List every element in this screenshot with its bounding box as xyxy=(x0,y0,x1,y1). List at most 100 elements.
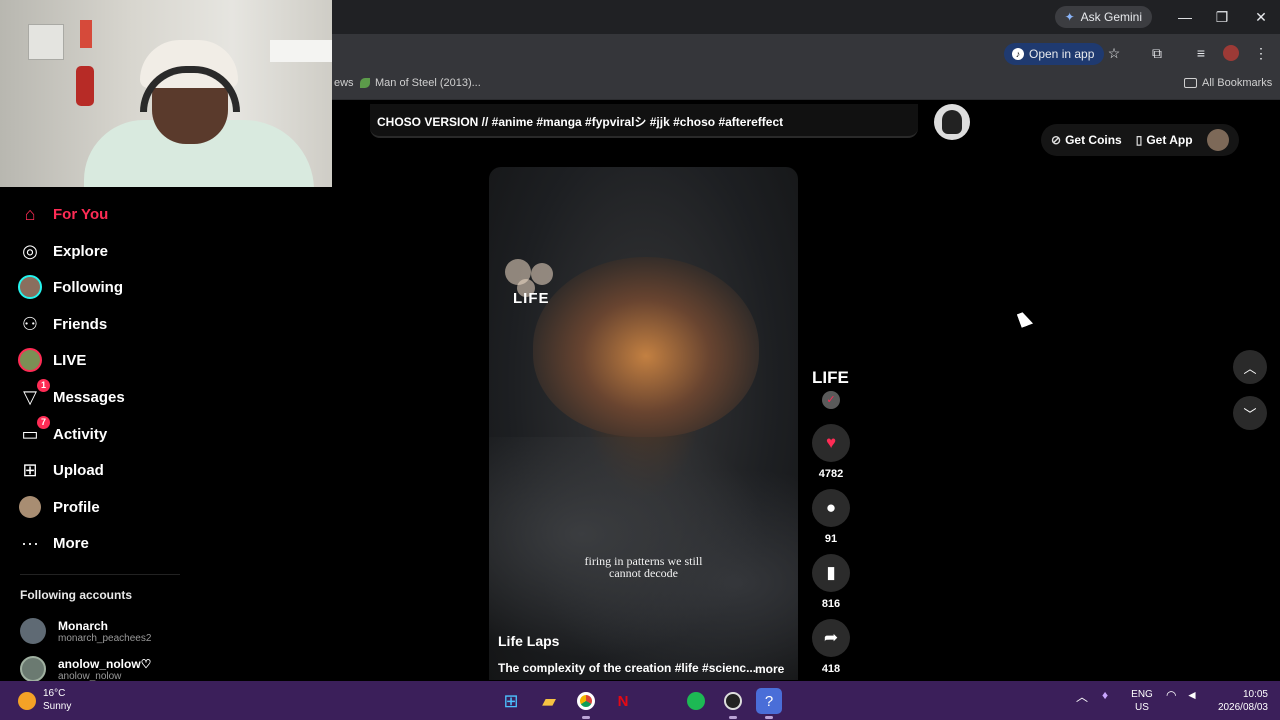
folder-icon xyxy=(1184,78,1197,88)
nav-following[interactable]: Following xyxy=(16,272,123,302)
following-accounts-title: Following accounts xyxy=(20,588,133,602)
phone-icon: ▯ xyxy=(1135,133,1143,147)
plus-square-icon: ⊞ xyxy=(22,459,38,480)
nav-upload[interactable]: ⊞ Upload xyxy=(16,455,103,485)
get-app-button[interactable]: ▯ Get App xyxy=(1136,133,1193,147)
avatar xyxy=(20,618,46,644)
nav-activity[interactable]: ▭ 7 Activity xyxy=(16,416,107,449)
open-in-app-button[interactable]: ♪ Open in app xyxy=(1004,43,1105,65)
nav-divider xyxy=(20,574,180,575)
windows-start-icon[interactable]: ⊞ xyxy=(498,688,524,714)
previous-video-button[interactable]: ︿ xyxy=(1233,350,1267,384)
video-artwork xyxy=(533,257,759,437)
screen: ✦ Ask Gemini — ❐ ✕ ♪ Open in app ☆ ⧉ ≡ ⋮… xyxy=(0,0,1280,720)
inbox-icon: ▭ 7 xyxy=(16,416,50,448)
ask-gemini-button[interactable]: ✦ Ask Gemini xyxy=(1054,6,1152,28)
send-icon: ▽ 1 xyxy=(16,379,50,411)
profile-avatar xyxy=(16,493,44,521)
tray-overflow-icon[interactable]: ︿ xyxy=(1076,688,1088,705)
live-avatar xyxy=(16,346,44,374)
video-player[interactable]: LIFE firing in patterns we still cannot … xyxy=(489,167,798,680)
minimize-icon[interactable]: — xyxy=(1166,0,1204,34)
bookmark-partial[interactable]: ews xyxy=(334,72,354,94)
video-subtitle: firing in patterns we still cannot decod… xyxy=(584,554,703,580)
account-handle: monarch_peachees2 xyxy=(58,632,152,644)
temperature: 16°C xyxy=(43,688,66,699)
open-in-app-label: Open in app xyxy=(1029,47,1095,61)
help-app-icon[interactable]: ? xyxy=(756,688,782,719)
nav-for-you[interactable]: ⌂ For You xyxy=(16,199,109,229)
creator-avatar[interactable]: LIFE xyxy=(812,368,849,388)
tiktok-icon: ♪ xyxy=(1012,48,1024,60)
comment-button[interactable]: ● xyxy=(812,489,850,527)
bookmark-star-icon[interactable]: ☆ xyxy=(1103,42,1125,64)
follow-check-icon[interactable]: ✓ xyxy=(822,391,840,409)
comment-icon: ● xyxy=(825,498,837,517)
restore-icon[interactable]: ❐ xyxy=(1203,0,1241,34)
bookmark-favicon-icon xyxy=(360,78,370,88)
friends-icon: ⚇ xyxy=(21,313,39,334)
wifi-icon[interactable]: ◠ xyxy=(1166,688,1176,702)
compass-icon: ◎ xyxy=(22,240,38,261)
save-count: 816 xyxy=(821,598,841,610)
chevron-up-icon: ︿ xyxy=(1243,360,1257,376)
gemini-icon: ✦ xyxy=(1064,10,1075,24)
account-name: anolow_nolow♡ xyxy=(58,656,152,671)
video-logo: LIFE xyxy=(513,290,550,307)
mouse-cursor xyxy=(1016,310,1034,328)
nav-messages[interactable]: ▽ 1 Messages xyxy=(16,379,125,412)
profile-icon[interactable] xyxy=(1220,42,1242,64)
previous-video-caption[interactable]: CHOSO VERSION // #anime #manga #fypviral… xyxy=(370,104,918,138)
following-account-item[interactable]: Monarch monarch_peachees2 xyxy=(20,615,151,647)
ask-gemini-label: Ask Gemini xyxy=(1080,10,1142,24)
windows-taskbar: 16°C Sunny ⊞ ▰ N ? ︿ ♦ ◠ ◄ xyxy=(0,681,1280,720)
user-avatar[interactable] xyxy=(1206,129,1229,151)
nav-live[interactable]: LIVE xyxy=(16,345,86,375)
more-button[interactable]: more xyxy=(755,662,784,676)
microphone-icon[interactable]: ♦ xyxy=(1102,688,1108,702)
file-explorer-icon[interactable]: ▰ xyxy=(536,688,562,714)
messages-badge: 1 xyxy=(37,379,50,392)
spotify-icon[interactable] xyxy=(683,688,709,714)
get-coins-button[interactable]: ⊘ Get Coins xyxy=(1051,133,1122,147)
menu-icon[interactable]: ⋮ xyxy=(1250,42,1272,64)
comment-count: 91 xyxy=(824,533,838,545)
netflix-icon[interactable]: N xyxy=(610,688,636,714)
previous-video-avatar[interactable] xyxy=(934,104,970,140)
reading-list-icon[interactable]: ≡ xyxy=(1190,42,1212,64)
sun-icon[interactable] xyxy=(18,692,36,710)
account-name: Monarch xyxy=(58,618,109,633)
nav-profile[interactable]: Profile xyxy=(16,492,100,522)
ellipsis-icon: ··· xyxy=(21,532,39,553)
all-bookmarks[interactable]: All Bookmarks xyxy=(1184,72,1272,94)
like-count: 4782 xyxy=(818,468,844,480)
home-icon: ⌂ xyxy=(24,203,36,224)
top-actions-bar: ⊘ Get Coins ▯ Get App xyxy=(1041,124,1239,156)
like-button[interactable]: ♥ xyxy=(812,424,850,462)
avatar xyxy=(20,656,46,682)
extensions-icon[interactable]: ⧉ xyxy=(1146,42,1168,64)
next-video-button[interactable]: ﹀ xyxy=(1233,396,1267,430)
weather-condition: Sunny xyxy=(43,701,72,712)
video-author[interactable]: Life Laps xyxy=(498,633,559,649)
share-icon: ➦ xyxy=(823,628,839,647)
account-handle: anolow_nolow xyxy=(58,670,122,682)
video-description: The complexity of the creation #life #sc… xyxy=(498,661,757,675)
webcam-overlay xyxy=(0,0,332,187)
chevron-down-icon: ﹀ xyxy=(1243,406,1257,422)
volume-icon[interactable]: ◄ xyxy=(1186,688,1198,702)
chrome-icon[interactable] xyxy=(573,688,599,719)
following-avatar xyxy=(16,273,44,301)
system-clock[interactable]: 10:05 2026/08/03 xyxy=(1212,688,1268,714)
bookmark-man-of-steel[interactable]: Man of Steel (2013)... xyxy=(360,72,481,94)
nav-friends[interactable]: ⚇ Friends xyxy=(16,309,107,339)
activity-badge: 7 xyxy=(37,416,50,429)
nav-more[interactable]: ··· More xyxy=(16,528,89,558)
save-button[interactable]: ▮ xyxy=(812,554,850,592)
close-icon[interactable]: ✕ xyxy=(1242,0,1280,34)
share-button[interactable]: ➦ xyxy=(812,619,850,657)
bookmark-icon: ▮ xyxy=(826,563,836,582)
language-indicator[interactable]: ENG US xyxy=(1130,688,1154,714)
obs-icon[interactable] xyxy=(720,688,746,719)
nav-explore[interactable]: ◎ Explore xyxy=(16,236,108,266)
